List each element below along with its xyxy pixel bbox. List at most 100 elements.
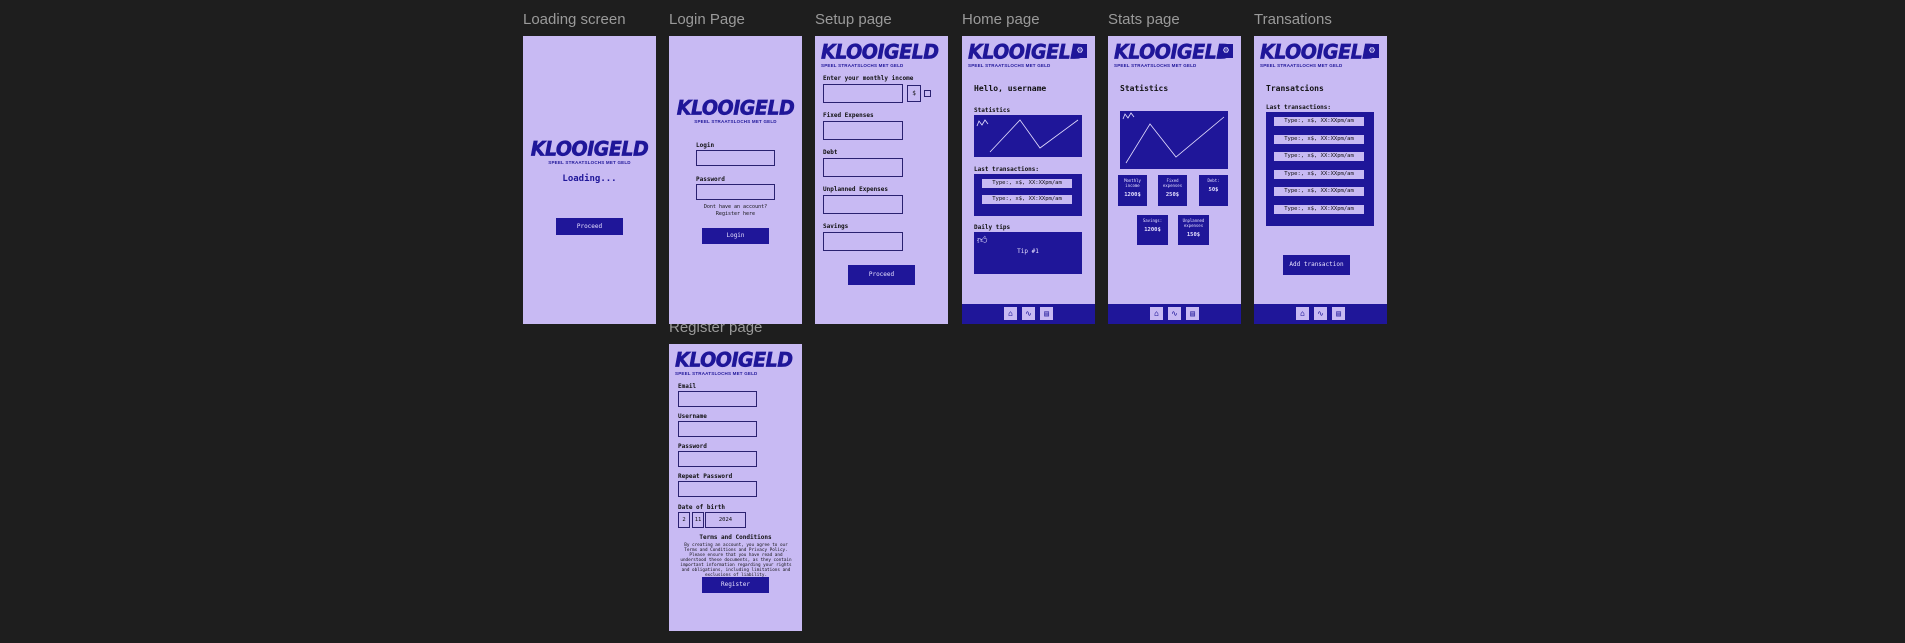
password-label: Password — [678, 443, 707, 450]
register-link[interactable]: Register here — [669, 211, 802, 217]
transactions-heading: Transatcions — [1266, 84, 1324, 93]
logo-word: KLOOIGELD — [821, 40, 940, 64]
transaction-item[interactable]: Type:, x$, XX:XXpm/am — [982, 179, 1072, 188]
logo: KLOOIGELD SPEEL STRAATSLOCHS MET GELD — [1114, 41, 1233, 68]
logo: KLOOIGELD SPEEL STRAATSLOCHS MET GELD — [1260, 40, 1379, 68]
pulse-icon — [976, 119, 989, 127]
savings-label: Savings — [823, 223, 849, 230]
home-page-frame: KLOOIGELD SPEEL STRAATSLOCHS MET GELD ⚙ … — [962, 36, 1095, 324]
transaction-item[interactable]: Type:, x$, XX:XXpm/am — [982, 195, 1072, 204]
frame-title-home: Home page — [962, 11, 1040, 28]
login-label: Login — [696, 142, 715, 149]
logo-tagline: SPEEL STRAATSLOCHS MET GELD — [968, 63, 1051, 68]
last-transactions-label: Last transactions: — [1266, 104, 1332, 111]
settings-button[interactable]: ⚙ — [1073, 44, 1087, 58]
dob-label: Date of birth — [678, 504, 725, 511]
bottom-nav: ⌂ ∿ ▤ — [1108, 304, 1241, 324]
setup-page-frame: KLOOIGELD SPEEL STRAATSLOCHS MET GELD En… — [815, 36, 948, 324]
transaction-item[interactable]: Type:, x$, XX:XXpm/am — [1274, 170, 1364, 179]
logo-tagline: SPEEL STRAATSLOCHS MET GELD — [548, 160, 631, 165]
transactions-page-frame: KLOOIGELD SPEEL STRAATSLOCHS MET GELD ⚙ … — [1254, 36, 1387, 324]
pulse-icon — [1122, 112, 1135, 120]
logo-word: KLOOIGELD — [675, 348, 794, 372]
dob-month-field[interactable]: 11 — [692, 512, 704, 528]
register-page-frame: KLOOIGELD SPEEL STRAATSLOCHS MET GELD Em… — [669, 344, 802, 631]
debt-field[interactable] — [823, 158, 903, 177]
fixed-expenses-field[interactable] — [823, 121, 903, 140]
logo-word: KLOOIGELD — [676, 96, 795, 120]
currency-dropdown-icon[interactable] — [924, 90, 931, 97]
terms-text: By creating an account, you agree to our… — [680, 543, 792, 578]
nav-stats-button[interactable]: ∿ — [1022, 307, 1035, 320]
settings-button[interactable]: ⚙ — [1219, 44, 1233, 58]
statistics-chart-card[interactable] — [974, 115, 1082, 157]
home-icon: ⌂ — [1154, 309, 1159, 318]
proceed-button[interactable]: Proceed — [848, 265, 915, 285]
chart-line — [989, 119, 1079, 153]
unplanned-expenses-field[interactable] — [823, 195, 903, 214]
frame-title-login: Login Page — [669, 11, 745, 28]
logo: KLOOIGELD SPEEL STRAATSLOCHS MET GELD — [669, 96, 802, 124]
transaction-item[interactable]: Type:, x$, XX:XXpm/am — [1274, 117, 1364, 126]
gear-icon: ⚙ — [1076, 45, 1084, 56]
loading-screen-frame: KLOOIGELD SPEEL STRAATSLOCHS MET GELD Lo… — [523, 36, 656, 324]
statistics-chart-card[interactable] — [1120, 111, 1228, 169]
nav-transactions-button[interactable]: ▤ — [1332, 307, 1345, 320]
password-label: Password — [696, 176, 725, 183]
nav-transactions-button[interactable]: ▤ — [1040, 307, 1053, 320]
login-field[interactable] — [696, 150, 775, 166]
home-icon: ⌂ — [1300, 309, 1305, 318]
bottom-nav: ⌂ ∿ ▤ — [1254, 304, 1387, 324]
transaction-item[interactable]: Type:, x$, XX:XXpm/am — [1274, 135, 1364, 144]
password-field[interactable] — [678, 451, 757, 467]
proceed-button[interactable]: Proceed — [556, 218, 623, 235]
nav-home-button[interactable]: ⌂ — [1150, 307, 1163, 320]
login-button[interactable]: Login — [702, 228, 769, 244]
daily-tips-label: Daily tips — [974, 224, 1011, 231]
transactions-icon: ▤ — [1190, 309, 1195, 318]
stat-label: Savings: — [1142, 218, 1163, 223]
repeat-password-field[interactable] — [678, 481, 757, 497]
frame-title-loading: Loading screen — [523, 11, 626, 28]
tip-text: Tip #1 — [1017, 248, 1039, 255]
last-transactions-label: Last transactions: — [974, 166, 1040, 173]
income-field[interactable] — [823, 84, 903, 103]
dob-day-field[interactable]: 2 — [678, 512, 690, 528]
username-field[interactable] — [678, 421, 757, 437]
logo-word: KLOOIGELD — [1260, 40, 1379, 64]
chart-line — [1125, 116, 1225, 164]
nav-stats-button[interactable]: ∿ — [1314, 307, 1327, 320]
transaction-item[interactable]: Type:, x$, XX:XXpm/am — [1274, 152, 1364, 161]
nav-transactions-button[interactable]: ▤ — [1186, 307, 1199, 320]
settings-button[interactable]: ⚙ — [1365, 44, 1379, 58]
register-button[interactable]: Register — [702, 577, 769, 593]
savings-field[interactable] — [823, 232, 903, 251]
daily-tip-card[interactable]: 👍︎ Tip #1 — [974, 232, 1082, 274]
password-field[interactable] — [696, 184, 775, 200]
transaction-item[interactable]: Type:, x$, XX:XXpm/am — [1274, 205, 1364, 214]
stat-value: 1200$ — [1144, 227, 1161, 233]
currency-select[interactable]: $ — [907, 85, 921, 102]
add-transaction-button[interactable]: Add transaction — [1283, 255, 1350, 275]
logo: KLOOIGELD SPEEL STRAATSLOCHS MET GELD — [675, 348, 794, 376]
transactions-card: Type:, x$, XX:XXpm/am Type:, x$, XX:XXpm… — [974, 174, 1082, 216]
nav-stats-button[interactable]: ∿ — [1168, 307, 1181, 320]
logo-tagline: SPEEL STRAATSLOCHS MET GELD — [675, 371, 758, 376]
loading-text: Loading... — [562, 174, 617, 184]
repeat-password-label: Repeat Password — [678, 473, 733, 480]
terms-heading: Terms and Conditions — [699, 534, 772, 541]
transactions-list: Type:, x$, XX:XXpm/am Type:, x$, XX:XXpm… — [1266, 112, 1374, 226]
transaction-item[interactable]: Type:, x$, XX:XXpm/am — [1274, 187, 1364, 196]
nav-home-button[interactable]: ⌂ — [1004, 307, 1017, 320]
dob-year-field[interactable]: 2024 — [705, 512, 746, 528]
income-label: Enter your monthly income — [823, 75, 914, 82]
email-label: Email — [678, 383, 697, 390]
debt-label: Debt — [823, 149, 838, 156]
stat-fixed-expenses: Fixed expenses 250$ — [1158, 175, 1187, 206]
logo-word: KLOOIGELD — [968, 40, 1087, 64]
transactions-icon: ▤ — [1044, 309, 1049, 318]
stat-monthly-income: Monthly income 1200$ — [1118, 175, 1147, 206]
nav-home-button[interactable]: ⌂ — [1296, 307, 1309, 320]
stat-label: Debt: — [1207, 178, 1220, 183]
email-field[interactable] — [678, 391, 757, 407]
